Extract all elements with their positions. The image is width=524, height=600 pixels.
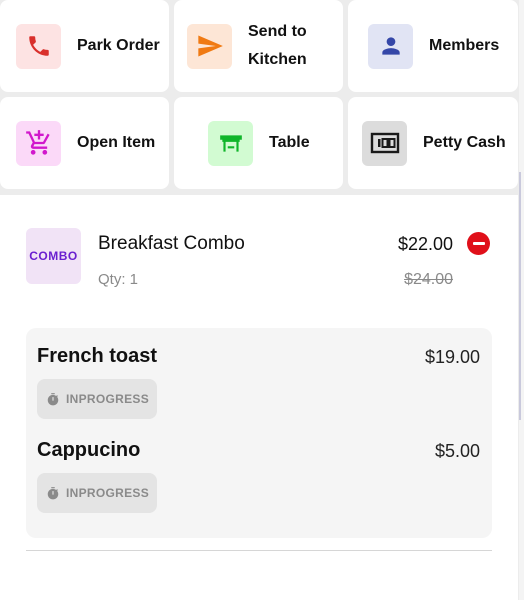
sub-item-price: $5.00	[434, 441, 480, 461]
person-icon	[368, 23, 413, 69]
table-label: Table	[269, 134, 310, 151]
phone-icon	[16, 23, 61, 69]
table-button[interactable]: Table	[174, 97, 343, 189]
petty-cash-button[interactable]: Petty Cash	[348, 97, 518, 189]
status-text: INPROGRESS	[66, 392, 150, 406]
combo-item-name: Breakfast Combo	[98, 233, 245, 254]
scrollbar-track[interactable]	[519, 0, 524, 600]
petty-cash-label: Petty Cash	[423, 134, 506, 151]
cash-icon	[362, 120, 407, 166]
status-text: INPROGRESS	[66, 486, 150, 500]
divider	[26, 550, 492, 551]
combo-sub-items: French toast $19.00 INPROGRESS Cappucino…	[26, 328, 492, 538]
combo-badge: COMBO	[26, 228, 81, 284]
timer-icon	[47, 486, 59, 499]
status-badge[interactable]: INPROGRESS	[37, 473, 157, 513]
action-grid: Park Order Send to Kitchen Members Open …	[0, 0, 524, 192]
sub-item-price: $19.00	[424, 347, 480, 367]
order-list: COMBO Breakfast Combo Qty: 1 $22.00 $24.…	[0, 195, 518, 600]
open-item-button[interactable]: Open Item	[0, 97, 169, 189]
park-order-button[interactable]: Park Order	[0, 0, 169, 92]
sub-item-name: French toast	[37, 345, 158, 367]
members-label: Members	[429, 37, 500, 54]
park-order-label: Park Order	[77, 37, 160, 54]
combo-item-qty: Qty: 1	[98, 271, 139, 288]
send-icon	[187, 23, 232, 69]
combo-item-price: $22.00	[397, 234, 453, 254]
cart-plus-icon	[16, 120, 61, 166]
combo-item-original-price: $24.00	[404, 271, 453, 288]
scrollbar-thumb[interactable]	[519, 172, 521, 420]
table-icon	[208, 120, 253, 166]
open-item-label: Open Item	[77, 134, 156, 151]
status-badge[interactable]: INPROGRESS	[37, 379, 157, 419]
members-button[interactable]: Members	[348, 0, 518, 92]
send-to-kitchen-button[interactable]: Send to Kitchen	[174, 0, 343, 92]
remove-item-button[interactable]	[467, 232, 490, 255]
sub-item-name: Cappucino	[37, 439, 141, 461]
timer-icon	[47, 392, 59, 405]
send-to-kitchen-label: Send to Kitchen	[248, 23, 307, 68]
minus-icon	[472, 242, 485, 245]
